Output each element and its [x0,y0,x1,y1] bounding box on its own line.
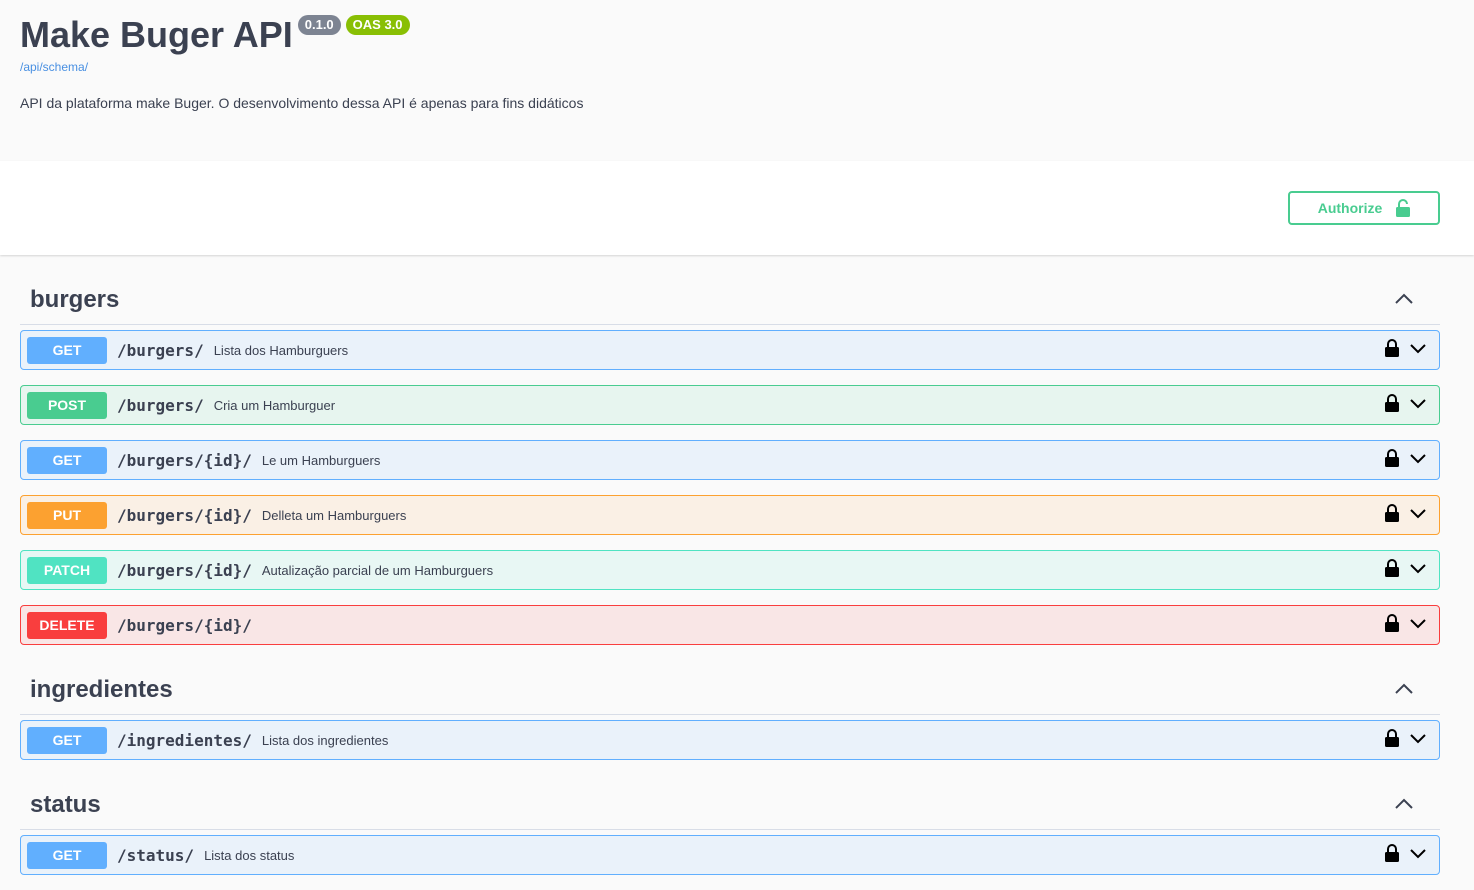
lock-icon[interactable] [1385,729,1399,747]
chevron-up-icon[interactable] [1394,796,1414,812]
chevron-down-icon[interactable] [1409,732,1427,744]
operation-summary: Autalização parcial de um Hamburguers [261,562,494,578]
operation-post[interactable]: POST/burgers/Cria um Hamburguer [20,385,1440,425]
operation-path: /burgers/{id}/ [117,560,252,580]
api-description: API da plataforma make Buger. O desenvol… [20,95,584,111]
authorize-label: Authorize [1317,200,1383,216]
method-badge: GET [27,336,107,364]
tag-name: ingredientes [30,676,173,703]
title-row: Make Buger API 0.1.0 OAS 3.0 [20,14,410,56]
api-title: Make Buger API [20,14,293,55]
lock-icon[interactable] [1385,339,1399,357]
operation-summary: Delleta um Hamburguers [261,507,407,523]
chevron-down-icon[interactable] [1409,847,1427,859]
chevron-up-icon[interactable] [1394,681,1414,697]
operation-path: /burgers/ [117,340,204,360]
tag-header[interactable]: burgers [20,256,1440,325]
method-badge: GET [27,446,107,474]
oas-badge: OAS 3.0 [345,15,410,35]
operation-summary: Lista dos ingredientes [261,732,389,748]
operation-get[interactable]: GET/burgers/{id}/ Le um Hamburguers [20,440,1440,480]
operation-delete[interactable]: DELETE/burgers/{id}/ [20,605,1440,645]
operation-put[interactable]: PUT/burgers/{id}/ Delleta um Hamburguers [20,495,1440,535]
chevron-down-icon[interactable] [1409,507,1427,519]
tag-name: status [30,791,101,818]
method-badge: DELETE [27,611,107,639]
tag-section-status: status GET/status/Lista dos status [20,775,1440,875]
schema-link[interactable]: /api/schema/ [20,60,88,74]
method-badge: POST [27,391,107,419]
operation-get[interactable]: GET/ingredientes/Lista dos ingredientes [20,720,1440,760]
chevron-down-icon[interactable] [1409,617,1427,629]
operations-list: burgers GET/burgers/Lista dos Hamburguers… [20,256,1440,890]
version-badge: 0.1.0 [297,15,341,35]
tag-name: burgers [30,286,120,313]
lock-icon[interactable] [1385,394,1399,412]
unlock-icon [1396,199,1411,217]
chevron-down-icon[interactable] [1409,452,1427,464]
operation-get[interactable]: GET/burgers/Lista dos Hamburguers [20,330,1440,370]
operation-summary: Lista dos status [204,847,295,863]
method-badge: PATCH [27,556,107,584]
chevron-down-icon[interactable] [1409,397,1427,409]
operation-path: /burgers/ [117,395,204,415]
operation-summary: Le um Hamburguers [261,452,381,468]
tag-header[interactable]: status [20,775,1440,830]
lock-icon[interactable] [1385,614,1399,632]
operation-summary: Cria um Hamburguer [213,397,336,413]
api-info: Make Buger API 0.1.0 OAS 3.0 /api/schema… [0,0,1474,161]
lock-icon[interactable] [1385,844,1399,862]
tag-header[interactable]: ingredientes [20,660,1440,715]
scheme-container: Authorize [0,161,1474,255]
operation-path: /ingredientes/ [117,730,252,750]
lock-icon[interactable] [1385,559,1399,577]
authorize-button[interactable]: Authorize [1288,191,1440,225]
lock-icon[interactable] [1385,504,1399,522]
operation-patch[interactable]: PATCH/burgers/{id}/ Autalização parcial d… [20,550,1440,590]
lock-icon[interactable] [1385,449,1399,467]
tag-section-ingredientes: ingredientes GET/ingredientes/Lista dos i… [20,660,1440,760]
operation-path: /status/ [117,845,195,865]
method-badge: GET [27,841,107,869]
operation-path: /burgers/{id}/ [117,615,252,635]
operation-path: /burgers/{id}/ [117,505,252,525]
chevron-up-icon[interactable] [1394,291,1414,307]
operation-summary: Lista dos Hamburguers [213,342,349,358]
tag-section-burgers: burgers GET/burgers/Lista dos Hamburguers… [20,256,1440,645]
operation-get[interactable]: GET/status/Lista dos status [20,835,1440,875]
chevron-down-icon[interactable] [1409,342,1427,354]
method-badge: GET [27,726,107,754]
method-badge: PUT [27,501,107,529]
operation-path: /burgers/{id}/ [117,450,252,470]
chevron-down-icon[interactable] [1409,562,1427,574]
